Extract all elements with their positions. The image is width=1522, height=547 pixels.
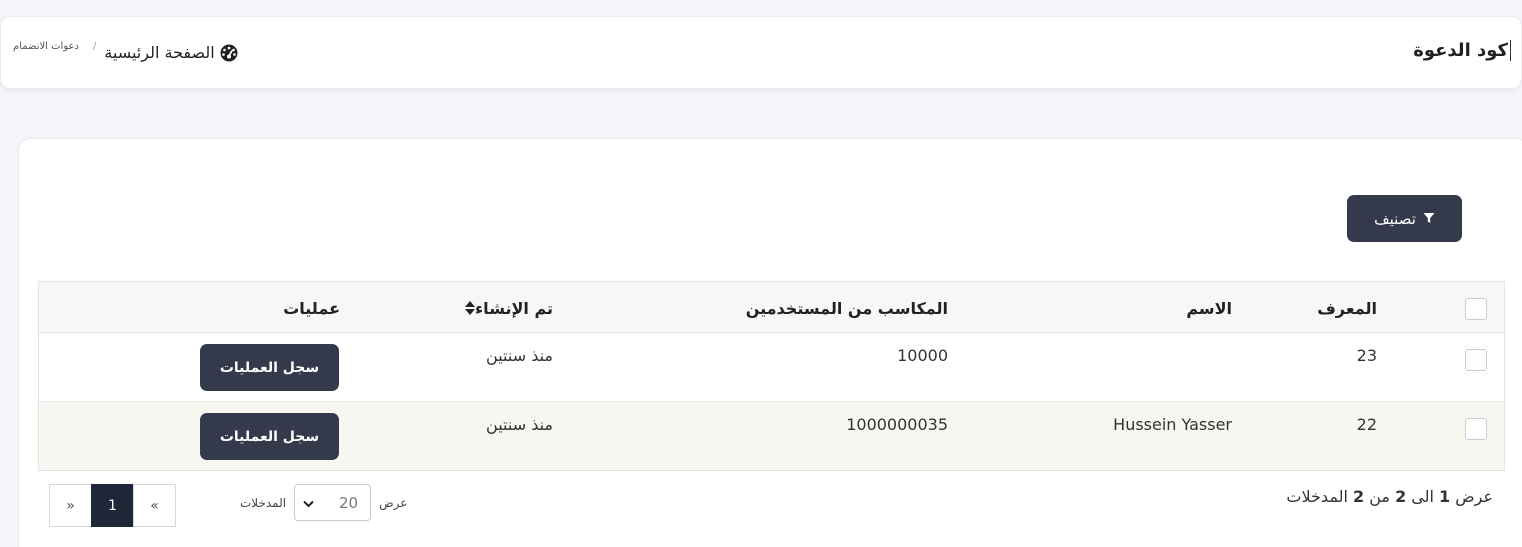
breadcrumb-current: دعوات الانضمام xyxy=(13,41,79,52)
row-earnings: 1000000035 xyxy=(846,415,948,434)
column-operations: عمليات xyxy=(283,299,340,318)
sort-arrows-icon xyxy=(465,300,475,319)
info-to: 2 xyxy=(1395,487,1407,506)
dashboard-gauge-icon xyxy=(220,44,238,62)
column-created-label: تم الإنشاء xyxy=(475,299,553,318)
pagination: » 1 « xyxy=(49,484,176,527)
length-show-label: عرض xyxy=(379,495,408,510)
pagination-page-1[interactable]: 1 xyxy=(91,484,134,527)
table-row: 22 Hussein Yasser 1000000035 منذ سنتين س… xyxy=(39,402,1504,470)
breadcrumb-home-link[interactable]: الصفحة الرئيسية xyxy=(104,43,238,62)
info-of-word: من xyxy=(1369,487,1390,506)
operations-log-button[interactable]: سجل العمليات xyxy=(200,413,339,460)
operations-log-button[interactable]: سجل العمليات xyxy=(200,344,339,391)
column-name[interactable]: الاسم xyxy=(1186,299,1232,318)
breadcrumb-separator: / xyxy=(92,41,97,52)
info-prefix: عرض xyxy=(1455,487,1493,506)
row-checkbox[interactable] xyxy=(1465,418,1487,440)
pagination-prev[interactable]: « xyxy=(133,484,176,527)
page-title: كود الدعوة xyxy=(1413,40,1511,61)
funnel-icon xyxy=(1423,210,1435,228)
chevron-down-icon xyxy=(303,494,314,512)
table-header: المعرف الاسم المكاسب من المستخدمين تم ال… xyxy=(39,282,1504,333)
page-length-select[interactable]: 20 xyxy=(294,484,372,521)
page-length-control: المدخلات 20 عرض xyxy=(240,484,407,521)
row-created: منذ سنتين xyxy=(486,415,553,434)
column-earnings[interactable]: المكاسب من المستخدمين xyxy=(746,299,948,318)
pagination-next[interactable]: » xyxy=(49,484,92,527)
info-from: 1 xyxy=(1439,487,1451,506)
info-to-word: الى xyxy=(1411,487,1434,506)
row-checkbox[interactable] xyxy=(1465,349,1487,371)
row-created: منذ سنتين xyxy=(486,346,553,365)
row-name: Hussein Yasser xyxy=(1113,415,1232,434)
breadcrumb: دعوات الانضمام / الصفحة الرئيسية xyxy=(13,39,238,62)
invites-table: المعرف الاسم المكاسب من المستخدمين تم ال… xyxy=(38,281,1505,471)
length-entries-label: المدخلات xyxy=(240,495,287,510)
table-info: عرض 1 الى 2 من 2 المدخلات xyxy=(1286,487,1493,506)
breadcrumb-home-label: الصفحة الرئيسية xyxy=(104,43,215,62)
column-id[interactable]: المعرف xyxy=(1317,299,1377,318)
column-created[interactable]: تم الإنشاء xyxy=(459,299,553,319)
info-suffix: المدخلات xyxy=(1286,487,1348,506)
row-id: 22 xyxy=(1356,415,1377,434)
filter-button[interactable]: تصنيف xyxy=(1347,195,1462,242)
select-all-checkbox[interactable] xyxy=(1465,298,1487,320)
row-id: 23 xyxy=(1356,346,1377,365)
row-earnings: 10000 xyxy=(897,346,948,365)
page-header: كود الدعوة دعوات الانضمام / الصفحة الرئي… xyxy=(0,16,1522,89)
table-row: 23 10000 منذ سنتين سجل العمليات xyxy=(39,333,1504,402)
info-total: 2 xyxy=(1352,487,1365,506)
filter-button-label: تصنيف xyxy=(1374,209,1416,228)
page-length-value: 20 xyxy=(339,493,359,512)
